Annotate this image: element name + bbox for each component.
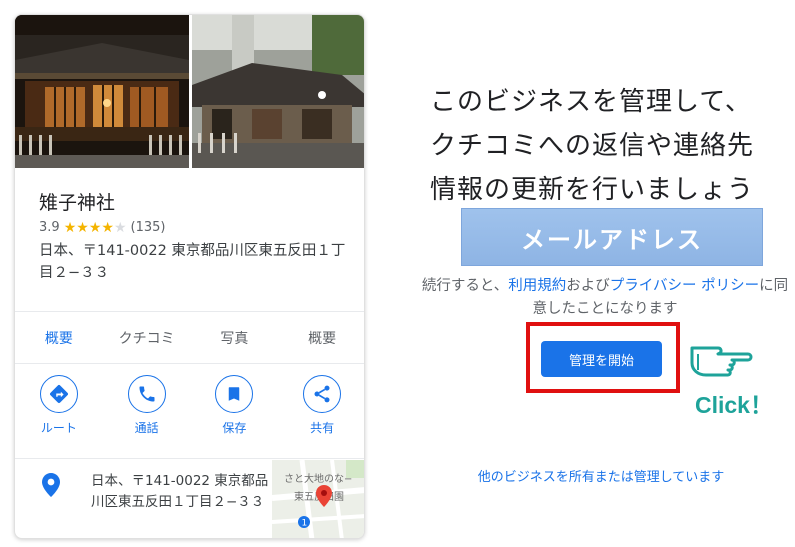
headline-line: このビジネスを管理して、 [430,87,752,117]
share-button[interactable]: 共有 [278,375,364,451]
photo-gallery[interactable] [15,15,364,168]
other-business-link[interactable]: 他のビジネスを所有または管理しています [420,466,782,485]
click-annotation: Click！ [695,392,773,418]
business-name: 雉子神社 [39,192,116,214]
business-address: 日本、〒141-0022 東京都品川区東五反田１丁目２−３３ [39,243,346,281]
headline-line: クチコミへの返信や連絡先 [430,131,755,161]
email-address-button[interactable]: メールアドレス [461,208,763,266]
shrine-photo-night[interactable] [15,15,189,168]
tab-about[interactable]: 概要 [278,312,364,364]
star-icon: ★ [76,219,89,236]
terms-text: および [566,278,610,294]
directions-label: ルート [40,421,77,435]
review-count[interactable]: (135) [131,220,166,235]
start-managing-button[interactable]: 管理を開始 [541,341,662,377]
address-detail: 日本、〒141-0022 東京都品川区東五反田１丁目２−３３ [91,473,269,510]
share-label: 共有 [310,421,335,435]
star-icon: ★ [88,219,102,236]
call-button[interactable]: 通話 [103,375,191,451]
divider [15,363,364,364]
share-icon [303,375,342,413]
location-pin-icon [42,473,60,501]
shrine-photo-day[interactable] [192,15,364,168]
route-badge: 1 [302,519,308,529]
address-section[interactable]: 日本、〒141-0022 東京都品川区東五反田１丁目２−３３ さと大地のな− 東… [15,459,364,538]
star-rating: ★ ★ ★ ★ ★ [64,221,127,235]
tab-photos[interactable]: 写真 [191,312,279,364]
star-empty-icon: ★ [113,219,127,236]
pointing-hand-icon [688,334,754,386]
action-bar: ルート 通話 保存 共有 [15,375,364,451]
tab-bar: 概要 クチコミ 写真 概要 [15,312,364,364]
directions-icon [39,375,78,413]
headline: このビジネスを管理して、 クチコミへの返信や連絡先 情報の更新を行いましょう [430,80,790,212]
tab-reviews[interactable]: クチコミ [103,312,191,364]
phone-icon [127,375,166,413]
terms-notice: 続行すると、利用規約およびプライバシー ポリシーに同意したことになります [420,275,790,321]
rating-value: 3.9 [39,220,60,235]
bookmark-icon [215,375,254,413]
rating-row[interactable]: 3.9 ★ ★ ★ ★ ★ (135) [39,220,165,235]
business-card: 雉子神社 3.9 ★ ★ ★ ★ ★ (135) 日本、〒141-0022 東京… [14,14,365,539]
save-button[interactable]: 保存 [191,375,279,451]
call-label: 通話 [134,421,159,435]
save-label: 保存 [222,421,247,435]
star-icon: ★ [63,219,77,236]
star-icon: ★ [101,219,114,236]
tab-overview[interactable]: 概要 [15,312,103,364]
map-label: さと大地のな− [284,472,352,485]
terms-text: 続行すると、 [421,278,509,294]
mini-map[interactable]: さと大地のな− 東五反田園 1 [272,460,364,538]
headline-line: 情報の更新を行いましょう [430,175,755,205]
terms-of-service-link[interactable]: 利用規約 [508,278,566,294]
privacy-policy-link[interactable]: プライバシー ポリシー [610,278,759,294]
directions-button[interactable]: ルート [15,375,103,451]
